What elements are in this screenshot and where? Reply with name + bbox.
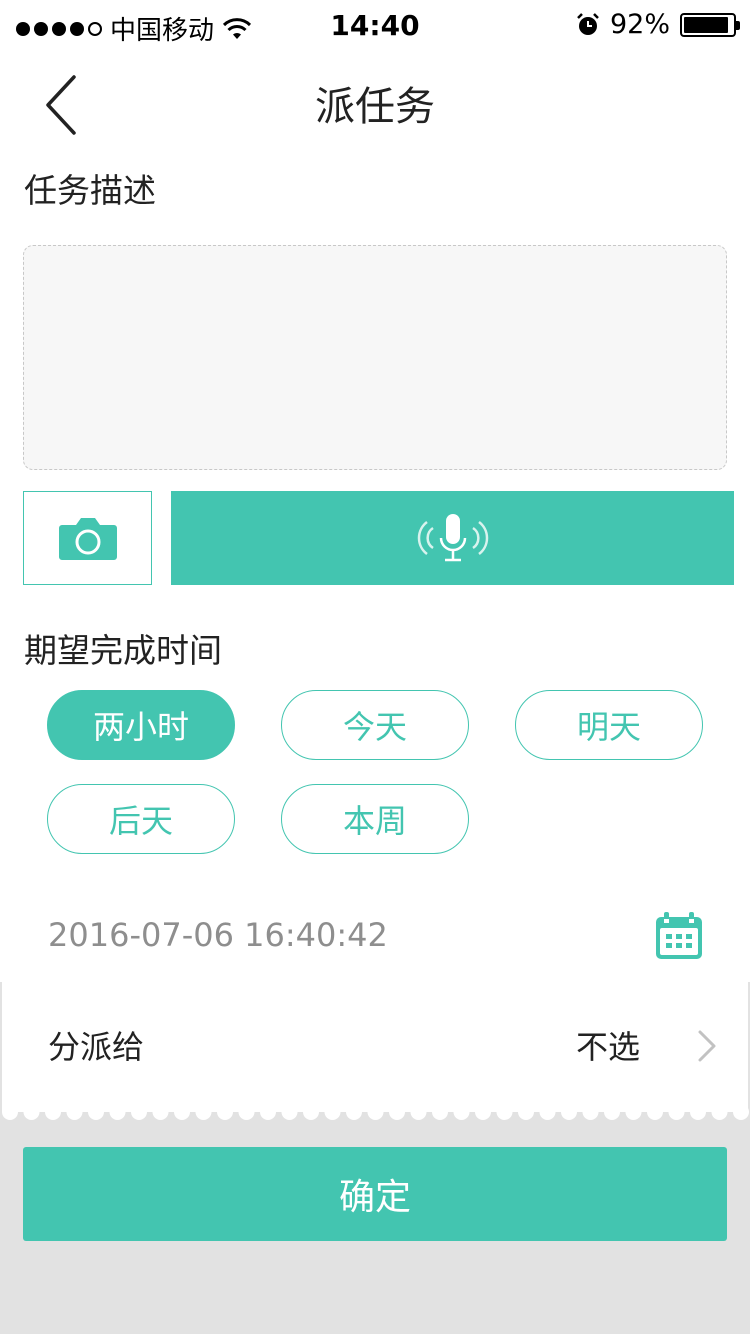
battery-percent: 92% [609,9,670,40]
time-option-day-after-tomorrow[interactable]: 后天 [47,784,235,854]
camera-icon [58,518,117,560]
time-option-tomorrow[interactable]: 明天 [515,690,703,760]
time-option-this-week[interactable]: 本周 [281,784,469,854]
datetime-value[interactable]: 2016-07-06 16:40:42 [48,916,388,954]
battery-fill [684,16,729,33]
status-right: 92% [576,9,740,40]
battery-icon [680,12,740,37]
expected-time-label: 期望完成时间 [24,631,222,670]
confirm-button[interactable]: 确定 [23,1147,727,1241]
time-option-today[interactable]: 今天 [281,690,469,760]
assign-to-row[interactable]: 分派给 不选 [2,982,748,1112]
calendar-button[interactable] [654,911,704,961]
navigation-bar: 派任务 [0,52,750,152]
scalloped-edge [0,1104,750,1124]
alarm-icon [577,12,599,35]
task-description-label: 任务描述 [24,171,156,210]
calendar-icon [656,912,702,959]
task-description-input[interactable] [23,245,727,470]
page-title: 派任务 [315,84,435,130]
microphone-icon [417,514,488,562]
status-bar: 中国移动 14:40 92% [0,0,750,52]
assign-to-label: 分派给 [48,1028,145,1066]
time-option-two-hours[interactable]: 两小时 [47,690,235,760]
camera-button[interactable] [23,491,152,585]
voice-input-button[interactable] [171,491,734,585]
chevron-right-icon [698,1030,716,1062]
assign-to-value: 不选 [576,1028,641,1066]
